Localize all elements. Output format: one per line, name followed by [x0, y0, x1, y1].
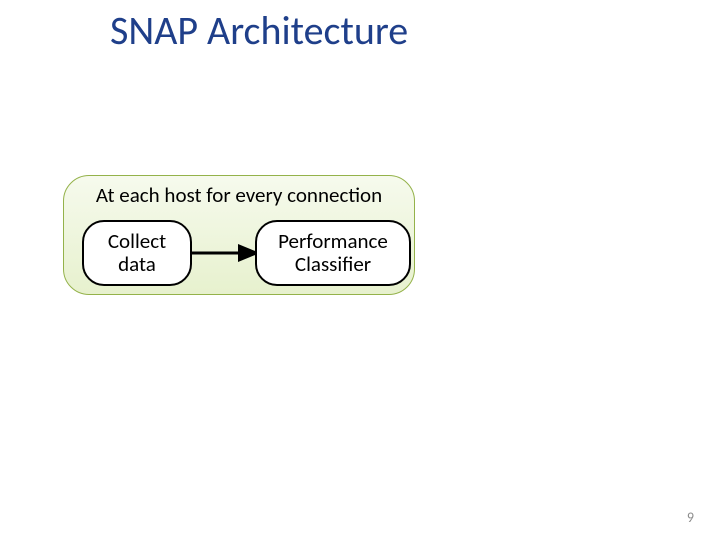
slide-title: SNAP Architecture — [110, 6, 408, 55]
collect-line2: data — [118, 253, 156, 276]
page-number: 9 — [687, 509, 694, 526]
host-connection-panel: At each host for every connection Collec… — [63, 175, 415, 295]
collect-line1: Collect — [108, 230, 166, 253]
classifier-line2: Classifier — [295, 253, 371, 276]
classifier-line1: Performance — [278, 230, 388, 253]
performance-classifier-box: Performance Classifier — [255, 220, 411, 286]
collect-data-box: Collect data — [82, 220, 192, 286]
panel-heading: At each host for every connection — [64, 182, 414, 208]
arrow-icon — [190, 240, 260, 266]
